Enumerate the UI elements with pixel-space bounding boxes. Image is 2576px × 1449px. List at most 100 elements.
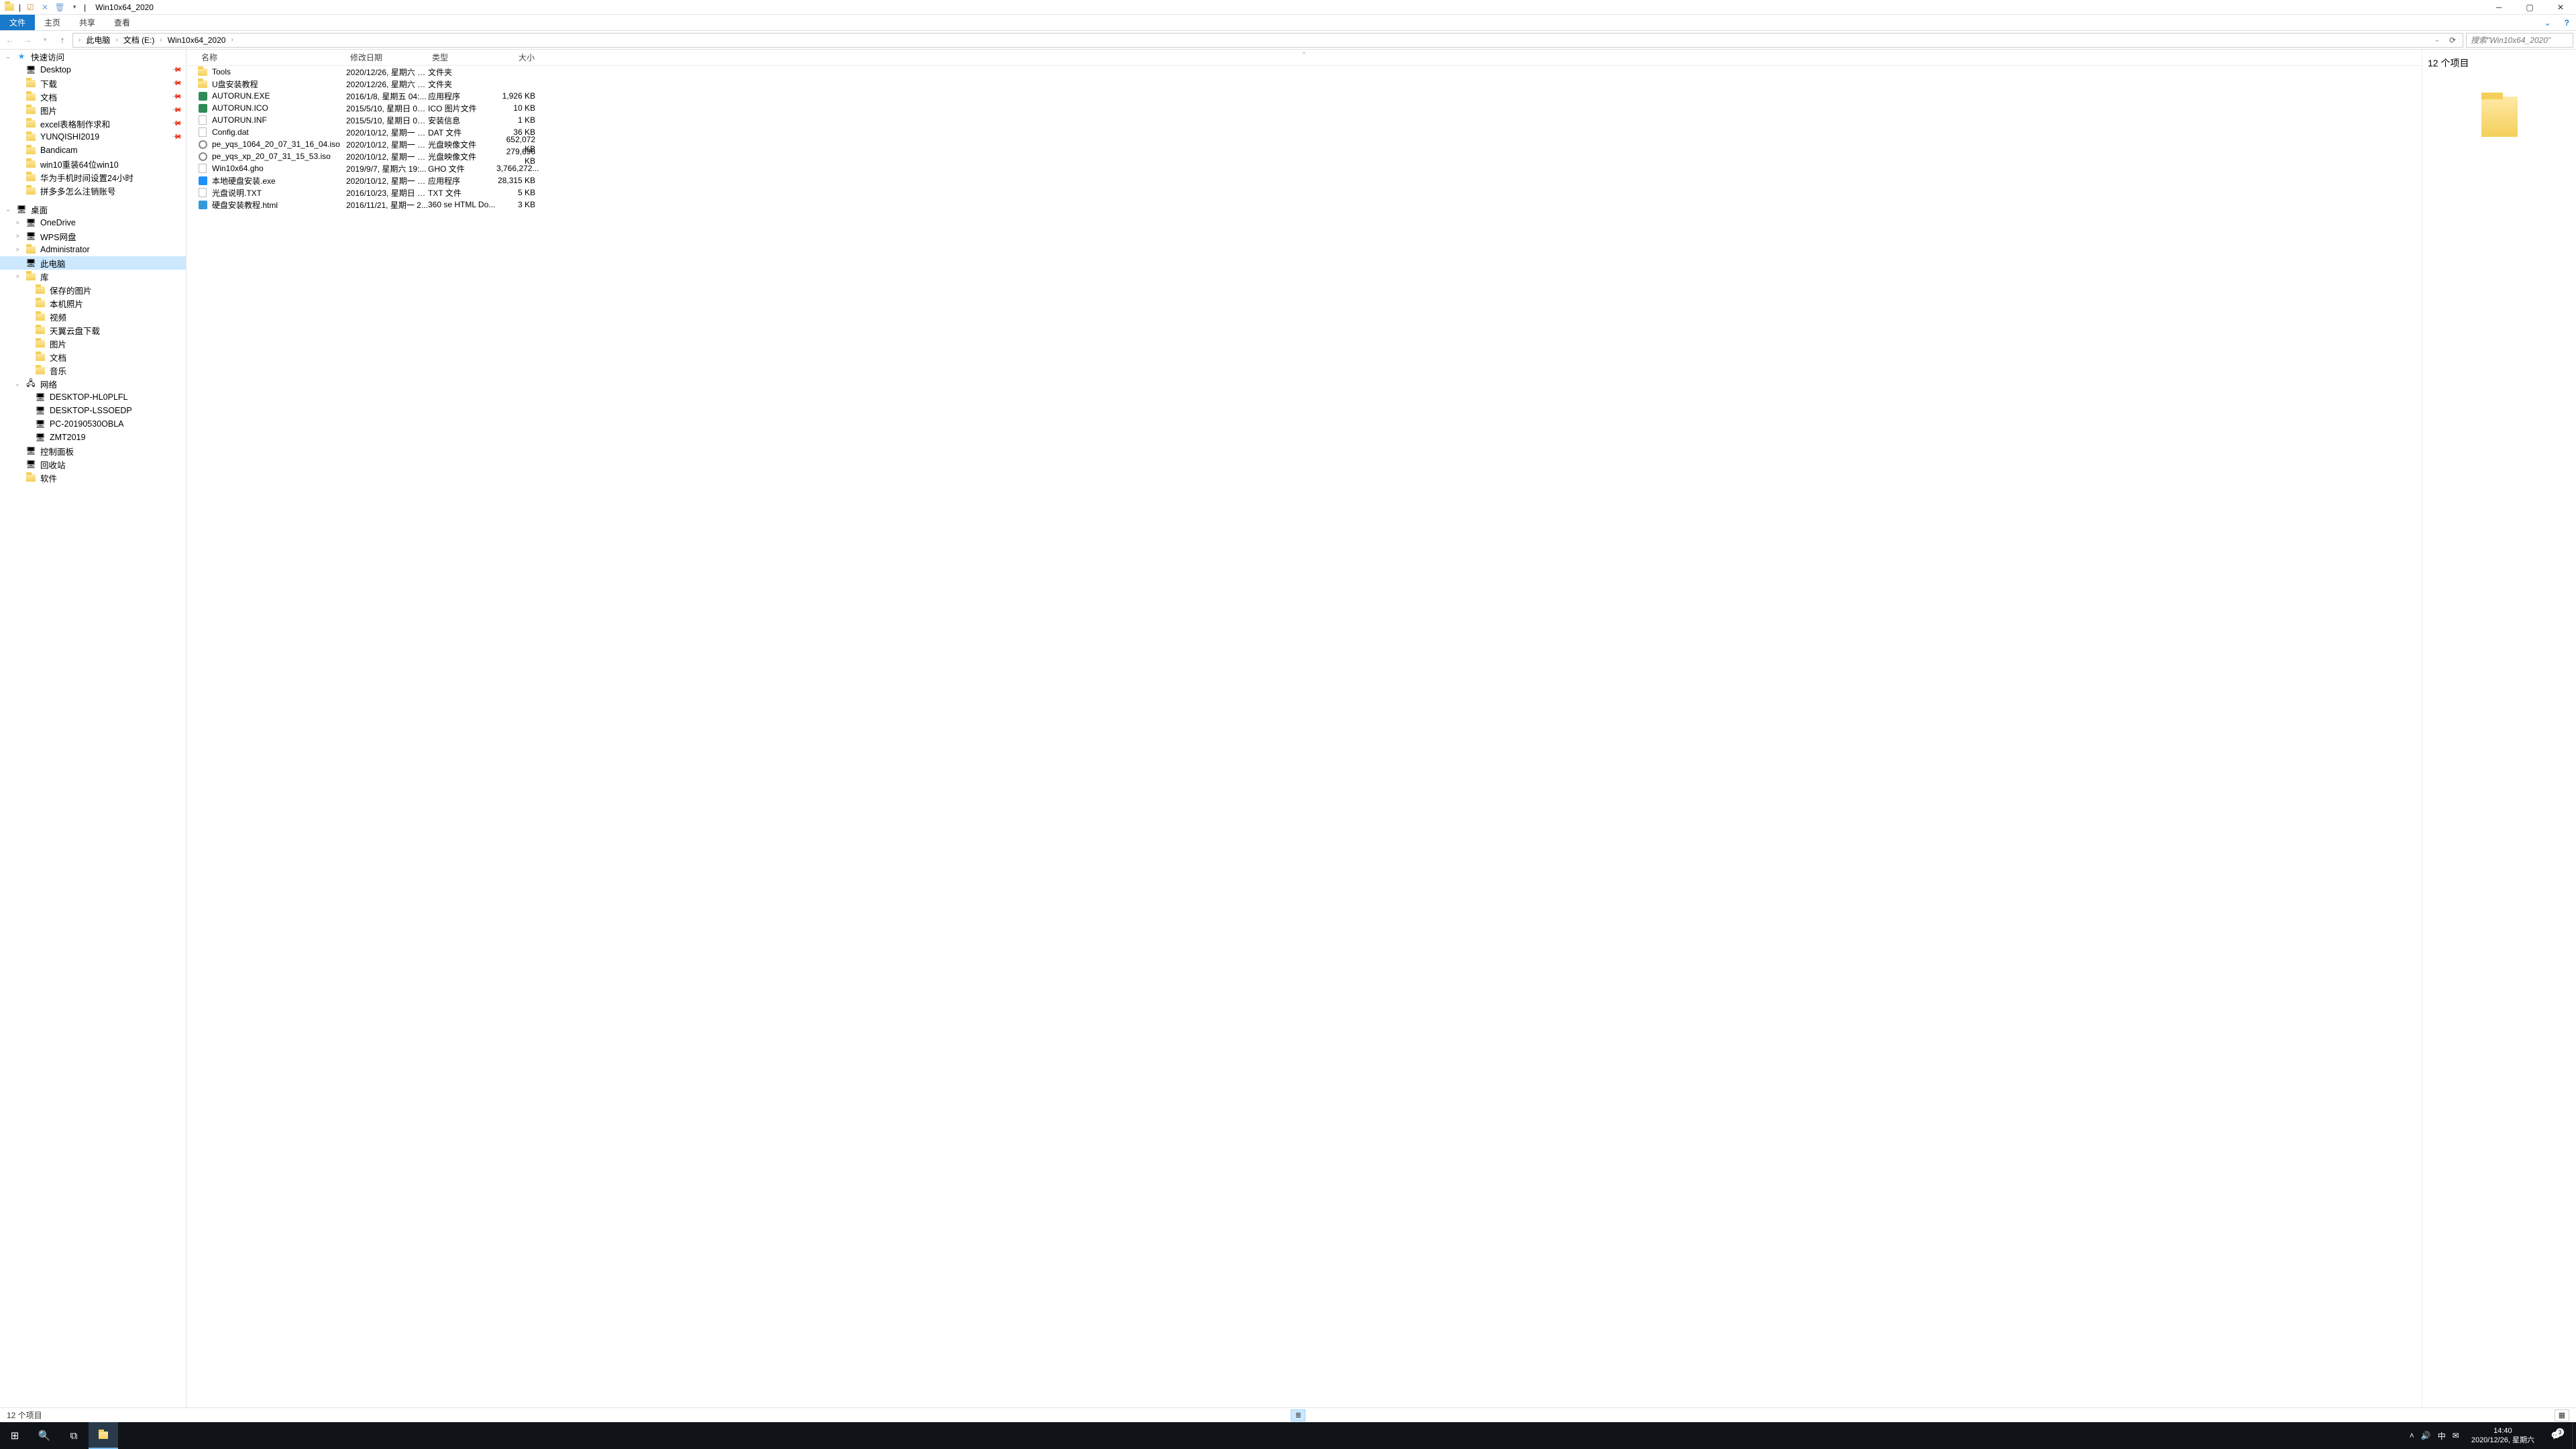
file-row[interactable]: Tools2020/12/26, 星期六 1...文件夹 bbox=[186, 66, 2422, 78]
tree-node[interactable]: 文档 bbox=[0, 350, 186, 364]
tree-node[interactable]: >Administrator bbox=[0, 243, 186, 256]
minimize-button[interactable]: ─ bbox=[2483, 0, 2514, 15]
clock[interactable]: 14:40 2020/12/26, 星期六 bbox=[2466, 1426, 2540, 1445]
tree-node[interactable]: win10重装64位win10 bbox=[0, 157, 186, 170]
file-name: AUTORUN.EXE bbox=[212, 91, 270, 101]
file-row[interactable]: AUTORUN.ICO2015/5/10, 星期日 02...ICO 图片文件1… bbox=[186, 102, 2422, 114]
file-row[interactable]: 本地硬盘安装.exe2020/10/12, 星期一 1...应用程序28,315… bbox=[186, 174, 2422, 186]
tree-node[interactable]: 视频 bbox=[0, 310, 186, 323]
tree-node[interactable]: 软件 bbox=[0, 471, 186, 484]
tree-node[interactable]: 天翼云盘下载 bbox=[0, 323, 186, 337]
column-type[interactable]: 类型 bbox=[428, 52, 496, 63]
file-list-pane: ⌄ 名称 修改日期 类型 大小 Tools2020/12/26, 星期六 1..… bbox=[186, 50, 2422, 1407]
file-row[interactable]: 硬盘安装教程.html2016/11/21, 星期一 2...360 se HT… bbox=[186, 199, 2422, 211]
tree-node[interactable]: Bandicam bbox=[0, 144, 186, 157]
file-type: 光盘映像文件 bbox=[428, 139, 496, 150]
column-size[interactable]: 大小 bbox=[496, 52, 539, 63]
expand-icon[interactable]: ⌄ bbox=[4, 53, 12, 60]
maximize-button[interactable]: ▢ bbox=[2514, 0, 2545, 15]
file-row[interactable]: pe_yqs_xp_20_07_31_15_53.iso2020/10/12, … bbox=[186, 150, 2422, 162]
expand-icon[interactable]: > bbox=[13, 233, 21, 239]
search-input[interactable]: 搜索"Win10x64_2020" bbox=[2466, 33, 2573, 48]
tree-node[interactable]: excel表格制作求和📌 bbox=[0, 117, 186, 130]
breadcrumb[interactable]: 文档 (E:) bbox=[121, 34, 158, 46]
tree-node[interactable]: 🖥PC-20190530OBLA bbox=[0, 417, 186, 431]
chevron-right-icon[interactable]: › bbox=[115, 36, 117, 44]
tree-node[interactable]: 🖥Desktop📌 bbox=[0, 63, 186, 76]
tab-home[interactable]: 主页 bbox=[35, 15, 70, 30]
action-center-icon[interactable]: 💬3 bbox=[2546, 1431, 2565, 1440]
help-icon[interactable]: ? bbox=[2558, 15, 2576, 30]
ribbon-collapse-icon[interactable]: ⌄ bbox=[2538, 15, 2558, 30]
delete-icon[interactable]: 🗑 bbox=[54, 2, 65, 13]
file-row[interactable]: 光盘说明.TXT2016/10/23, 星期日 0...TXT 文件5 KB bbox=[186, 186, 2422, 199]
refresh-button[interactable]: ⟳ bbox=[2445, 36, 2460, 45]
file-row[interactable]: Win10x64.gho2019/9/7, 星期六 19:...GHO 文件3,… bbox=[186, 162, 2422, 174]
tree-node[interactable]: 图片 bbox=[0, 337, 186, 350]
chevron-right-icon[interactable]: › bbox=[78, 36, 80, 44]
breadcrumb[interactable]: Win10x64_2020 bbox=[165, 36, 229, 45]
expand-icon[interactable]: ⌄ bbox=[13, 380, 21, 388]
expand-icon[interactable]: > bbox=[13, 219, 21, 226]
chevron-down-icon[interactable]: ⌄ bbox=[1301, 48, 1307, 56]
ime-indicator[interactable]: 中 bbox=[2438, 1430, 2446, 1442]
thumbnails-view-button[interactable]: ▦ bbox=[2555, 1409, 2569, 1421]
tree-node[interactable]: ⌄★快速访问 bbox=[0, 50, 186, 63]
volume-icon[interactable]: 🔊 bbox=[2421, 1431, 2431, 1440]
details-view-button[interactable]: ≣ bbox=[1291, 1409, 1305, 1421]
task-view-button[interactable]: ⧉ bbox=[59, 1422, 89, 1449]
tree-node[interactable]: 🖥DESKTOP-HL0PLFL bbox=[0, 390, 186, 404]
up-button[interactable]: ↑ bbox=[55, 33, 70, 48]
file-row[interactable]: U盘安装教程2020/12/26, 星期六 1...文件夹 bbox=[186, 78, 2422, 90]
tree-node[interactable]: 🖥DESKTOP-LSSOEDP bbox=[0, 404, 186, 417]
tab-view[interactable]: 查看 bbox=[105, 15, 140, 30]
path-dropdown-icon[interactable]: ⌄ bbox=[2432, 36, 2443, 44]
expand-icon[interactable]: > bbox=[13, 246, 21, 253]
new-folder-icon[interactable]: ✕ bbox=[40, 2, 50, 13]
expand-icon[interactable]: ⌄ bbox=[4, 206, 12, 213]
chevron-right-icon[interactable]: › bbox=[231, 36, 233, 44]
tree-node[interactable]: 本机照片 bbox=[0, 297, 186, 310]
back-button[interactable]: ← bbox=[3, 33, 17, 48]
expand-icon[interactable]: > bbox=[13, 273, 21, 280]
column-name[interactable]: 名称 bbox=[197, 52, 346, 63]
tree-node[interactable]: 图片📌 bbox=[0, 103, 186, 117]
chevron-right-icon[interactable]: › bbox=[160, 36, 162, 44]
recent-locations-dropdown[interactable]: ▾ bbox=[38, 33, 52, 48]
tree-node[interactable]: 🖥此电脑 bbox=[0, 256, 186, 270]
tree-icon bbox=[25, 118, 36, 129]
tree-node[interactable]: 音乐 bbox=[0, 364, 186, 377]
tree-node[interactable]: 保存的图片 bbox=[0, 283, 186, 297]
tray-overflow-icon[interactable]: ˄ bbox=[2410, 1431, 2414, 1440]
tray-app-icon[interactable]: ✉ bbox=[2453, 1431, 2459, 1440]
tree-node[interactable]: 文档📌 bbox=[0, 90, 186, 103]
search-button[interactable]: 🔍 bbox=[30, 1422, 59, 1449]
file-row[interactable]: AUTORUN.INF2015/5/10, 星期日 02...安装信息1 KB bbox=[186, 114, 2422, 126]
tree-node[interactable]: 华为手机时间设置24小时 bbox=[0, 170, 186, 184]
tree-node[interactable]: 🖥回收站 bbox=[0, 458, 186, 471]
tab-share[interactable]: 共享 bbox=[70, 15, 105, 30]
close-button[interactable]: ✕ bbox=[2545, 0, 2576, 15]
properties-icon[interactable]: ☑ bbox=[25, 2, 36, 13]
start-button[interactable]: ⊞ bbox=[0, 1422, 30, 1449]
show-desktop-button[interactable] bbox=[2572, 1422, 2576, 1449]
tree-node[interactable]: 下载📌 bbox=[0, 76, 186, 90]
tree-node[interactable]: ⌄🖥桌面 bbox=[0, 203, 186, 216]
tree-node[interactable]: 🖥ZMT2019 bbox=[0, 431, 186, 444]
path-box[interactable]: › 此电脑 › 文档 (E:) › Win10x64_2020 › ⌄ ⟳ bbox=[72, 33, 2463, 48]
tab-file[interactable]: 文件 bbox=[0, 15, 35, 30]
explorer-taskbar-icon[interactable] bbox=[89, 1422, 118, 1449]
column-date[interactable]: 修改日期 bbox=[346, 52, 428, 63]
tree-node[interactable]: 🖥控制面板 bbox=[0, 444, 186, 458]
tree-node[interactable]: >🖥OneDrive bbox=[0, 216, 186, 229]
forward-button[interactable]: → bbox=[20, 33, 35, 48]
tree-node[interactable]: >库 bbox=[0, 270, 186, 283]
navigation-tree[interactable]: ⌄★快速访问🖥Desktop📌下载📌文档📌图片📌excel表格制作求和📌YUNQ… bbox=[0, 50, 186, 1407]
breadcrumb[interactable]: 此电脑 bbox=[83, 34, 113, 46]
tree-node[interactable]: ⌄🖧网络 bbox=[0, 377, 186, 390]
tree-node[interactable]: YUNQISHI2019📌 bbox=[0, 130, 186, 144]
tree-node[interactable]: 拼多多怎么注销账号 bbox=[0, 184, 186, 197]
file-row[interactable]: AUTORUN.EXE2016/1/8, 星期五 04:...应用程序1,926… bbox=[186, 90, 2422, 102]
tree-node[interactable]: >🖥WPS网盘 bbox=[0, 229, 186, 243]
qat-dropdown-icon[interactable]: ▾ bbox=[69, 2, 80, 13]
